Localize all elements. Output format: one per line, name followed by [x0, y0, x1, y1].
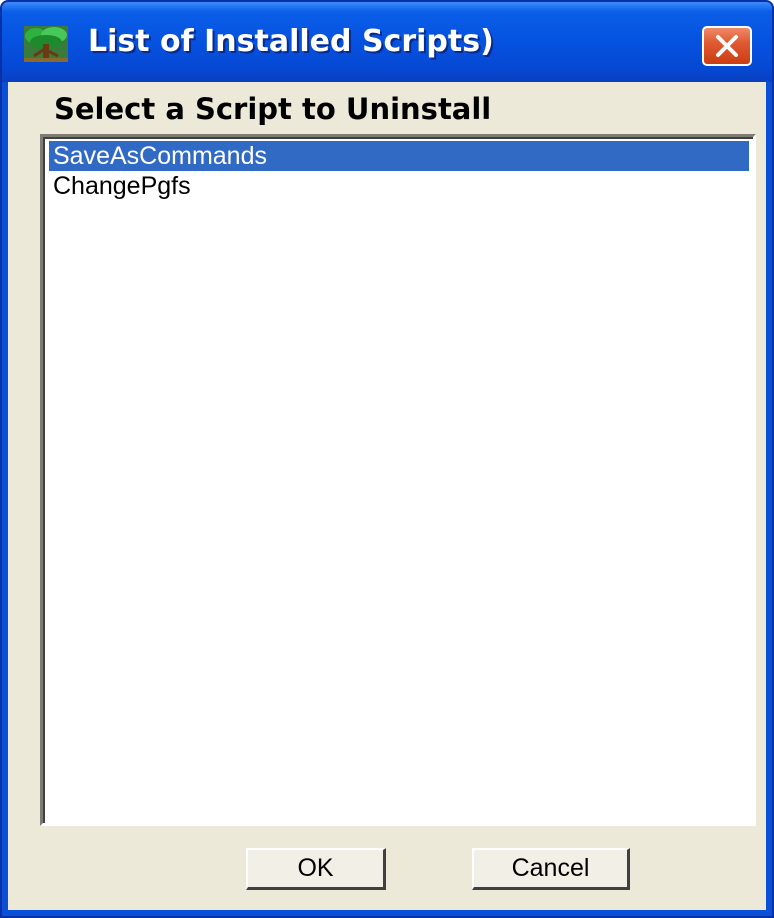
script-listbox[interactable]: SaveAsCommands ChangePgfs [40, 134, 756, 826]
window-title: List of Installed Scripts) [88, 24, 494, 59]
close-icon [716, 35, 738, 57]
close-button[interactable] [702, 26, 752, 66]
dialog-body: Select a Script to Uninstall SaveAsComma… [8, 82, 766, 910]
cancel-button[interactable]: Cancel [472, 848, 630, 890]
dialog-window: List of Installed Scripts) Select a Scri… [0, 0, 774, 918]
list-item[interactable]: ChangePgfs [49, 171, 749, 201]
title-bar[interactable]: List of Installed Scripts) [2, 2, 772, 82]
tree-icon [24, 26, 68, 62]
instruction-heading: Select a Script to Uninstall [54, 92, 492, 126]
list-item[interactable]: SaveAsCommands [49, 141, 749, 171]
ok-button[interactable]: OK [246, 848, 386, 890]
